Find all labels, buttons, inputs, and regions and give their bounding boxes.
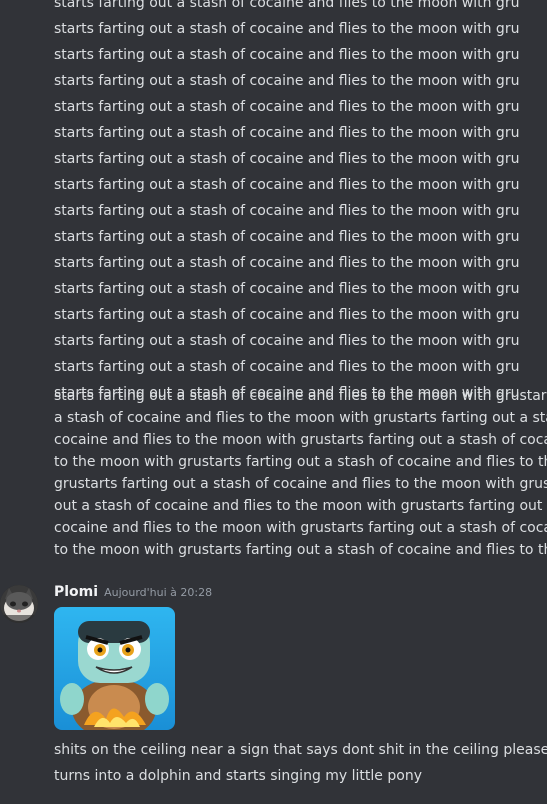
message-line: starts farting out a stash of cocaine an…	[54, 307, 520, 323]
message-line: starts farting out a stash of cocaine an…	[54, 151, 520, 167]
long-message: starts farting out a stash of cocaine an…	[54, 385, 547, 561]
game-character-image-icon	[54, 607, 175, 730]
long-message-line: starts farting out a stash of cocaine an…	[54, 388, 547, 404]
timestamp[interactable]: Aujourd'hui à 20:28	[104, 586, 212, 599]
long-message-line: cocaine and flies to the moon with grust…	[54, 432, 547, 448]
long-message-line: cocaine and flies to the moon with grust…	[54, 520, 547, 536]
repeated-messages: starts farting out a stash of cocaine an…	[54, 0, 547, 406]
message-line: starts farting out a stash of cocaine an…	[54, 255, 520, 271]
message-line: turns into a dolphin and starts singing …	[54, 768, 422, 784]
cat-avatar-icon	[0, 585, 38, 623]
message-line: starts farting out a stash of cocaine an…	[54, 47, 520, 63]
message-line: starts farting out a stash of cocaine an…	[54, 229, 520, 245]
long-message-line: grustarts farting out a stash of cocaine…	[54, 476, 547, 492]
message-line: starts farting out a stash of cocaine an…	[54, 73, 520, 89]
avatar[interactable]	[0, 585, 38, 623]
long-message-line: out a stash of cocaine and flies to the …	[54, 498, 547, 514]
message-line: starts farting out a stash of cocaine an…	[54, 177, 520, 193]
message-line: starts farting out a stash of cocaine an…	[54, 125, 520, 141]
message-line: starts farting out a stash of cocaine an…	[54, 203, 520, 219]
message-line: starts farting out a stash of cocaine an…	[54, 0, 520, 11]
message-line: starts farting out a stash of cocaine an…	[54, 359, 520, 375]
message-line: starts farting out a stash of cocaine an…	[54, 99, 520, 115]
message-line: shits on the ceiling near a sign that sa…	[54, 742, 547, 758]
image-attachment[interactable]	[54, 607, 175, 730]
message-line: starts farting out a stash of cocaine an…	[54, 333, 520, 349]
message-line: starts farting out a stash of cocaine an…	[54, 281, 520, 297]
message-line: starts farting out a stash of cocaine an…	[54, 21, 520, 37]
author-name[interactable]: Plomi	[54, 584, 98, 600]
long-message-line: to the moon with grustarts farting out a…	[54, 454, 547, 470]
message-header: Plomi Aujourd'hui à 20:28	[54, 584, 212, 604]
long-message-line: to the moon with grustarts farting out a…	[54, 542, 547, 558]
long-message-line: a stash of cocaine and flies to the moon…	[54, 410, 547, 426]
